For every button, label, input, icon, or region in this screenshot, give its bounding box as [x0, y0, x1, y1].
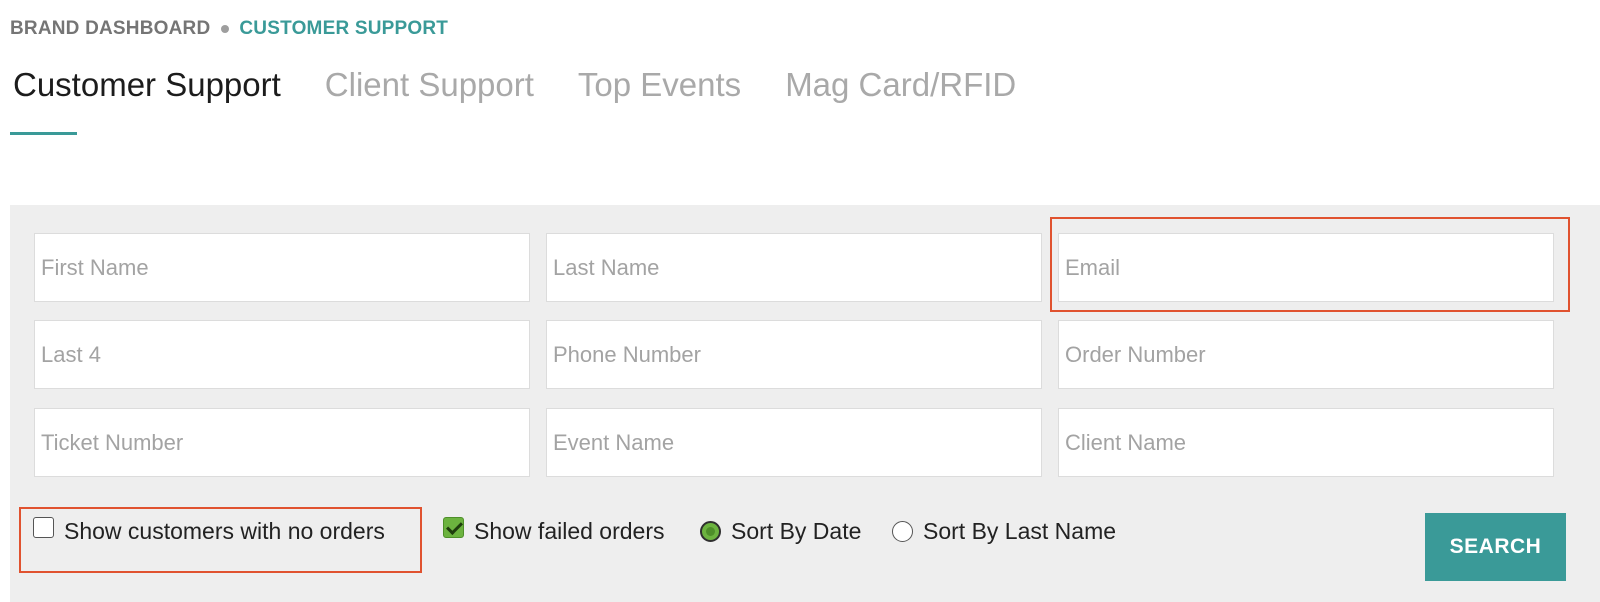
- last-4-input[interactable]: [35, 321, 529, 388]
- sort-by-date-label: Sort By Date: [731, 518, 862, 544]
- order-number-field: [1058, 320, 1554, 389]
- sort-by-date-option[interactable]: Sort By Date: [700, 518, 861, 545]
- show-no-orders-option[interactable]: Show customers with no orders: [33, 517, 385, 545]
- ticket-number-field: [34, 408, 530, 477]
- client-name-input[interactable]: [1059, 409, 1553, 476]
- phone-number-field: [546, 320, 1042, 389]
- search-panel: Show customers with no orders Show faile…: [10, 205, 1600, 602]
- tab-client-support[interactable]: Client Support: [325, 66, 534, 104]
- show-failed-orders-option[interactable]: Show failed orders: [443, 517, 665, 545]
- breadcrumb: BRAND DASHBOARD CUSTOMER SUPPORT: [10, 18, 448, 40]
- show-no-orders-label: Show customers with no orders: [64, 518, 385, 544]
- last-4-field: [34, 320, 530, 389]
- client-name-field: [1058, 408, 1554, 477]
- show-failed-orders-label: Show failed orders: [474, 518, 665, 544]
- breadcrumb-customer-support: CUSTOMER SUPPORT: [239, 18, 449, 39]
- first-name-input[interactable]: [35, 234, 529, 301]
- tab-mag-card-rfid[interactable]: Mag Card/RFID: [785, 66, 1016, 104]
- order-number-input[interactable]: [1059, 321, 1553, 388]
- sort-by-last-name-radio[interactable]: [892, 521, 913, 542]
- sort-by-date-radio[interactable]: [700, 521, 721, 542]
- event-name-input[interactable]: [547, 409, 1041, 476]
- first-name-field: [34, 233, 530, 302]
- email-field: [1058, 233, 1554, 302]
- tab-customer-support[interactable]: Customer Support: [13, 66, 281, 104]
- tab-top-events[interactable]: Top Events: [578, 66, 741, 104]
- breadcrumb-brand-dashboard[interactable]: BRAND DASHBOARD: [10, 18, 210, 40]
- show-no-orders-checkbox[interactable]: [33, 517, 54, 538]
- sort-by-last-name-label: Sort By Last Name: [923, 518, 1117, 544]
- tab-bar: Customer Support Client Support Top Even…: [13, 66, 1060, 104]
- show-failed-orders-checkbox[interactable]: [443, 517, 464, 538]
- sort-by-last-name-option[interactable]: Sort By Last Name: [892, 518, 1116, 545]
- last-name-input[interactable]: [547, 234, 1041, 301]
- active-tab-indicator: [10, 132, 77, 135]
- event-name-field: [546, 408, 1042, 477]
- breadcrumb-separator-dot: [221, 25, 230, 33]
- ticket-number-input[interactable]: [35, 409, 529, 476]
- last-name-field: [546, 233, 1042, 302]
- email-input[interactable]: [1059, 234, 1553, 301]
- search-button[interactable]: SEARCH: [1425, 513, 1566, 581]
- phone-number-input[interactable]: [547, 321, 1041, 388]
